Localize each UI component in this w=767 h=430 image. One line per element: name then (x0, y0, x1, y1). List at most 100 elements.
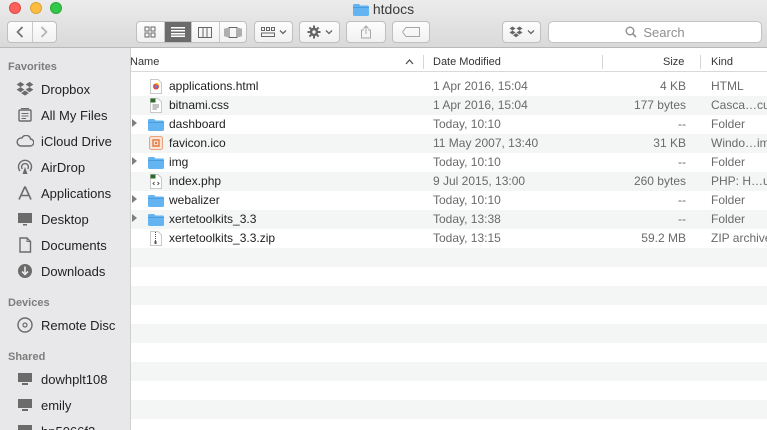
disclosure-triangle-icon[interactable] (132, 214, 137, 222)
window-title-text: htdocs (372, 1, 415, 17)
file-date-modified: 11 May 2007, 13:40 (433, 136, 539, 150)
empty-row-stripe (131, 362, 767, 381)
file-name: bitnami.css (169, 98, 230, 112)
html-file-icon (148, 78, 164, 94)
list-view-button[interactable] (163, 22, 191, 42)
coverflow-view-button[interactable] (218, 22, 247, 42)
file-date-modified: Today, 10:10 (433, 193, 501, 207)
dropbox-menu-button[interactable] (502, 21, 541, 43)
applications-icon (15, 183, 35, 203)
ico-file-icon (148, 135, 164, 151)
file-name: index.php (169, 174, 222, 188)
shared-header: Shared (8, 351, 46, 363)
window-title: htdocs (0, 1, 767, 17)
file-row[interactable]: applications.html 1 Apr 2016, 15:04 4 KB HT… (131, 77, 767, 96)
share-button[interactable] (346, 21, 386, 43)
empty-row-stripe (131, 248, 767, 267)
search-icon (625, 26, 637, 38)
sidebar: Favorites Dropbox All My Files iCloud Dr… (0, 48, 131, 430)
all-files-icon (15, 105, 35, 125)
size-column-header[interactable]: Size (663, 56, 684, 68)
arrange-button[interactable] (254, 21, 293, 43)
search-field[interactable]: Search (548, 21, 762, 43)
view-switcher (136, 21, 247, 43)
file-row[interactable]: bitnami.css 1 Apr 2016, 15:04 177 bytes Cas… (131, 96, 767, 115)
empty-row-stripe (131, 400, 767, 419)
file-row[interactable]: xertetoolkits_3.3 Today, 13:38 -- Folder (131, 210, 767, 229)
folder-icon (148, 154, 164, 170)
arrange-icon (260, 27, 275, 37)
devices-header: Devices (8, 297, 50, 309)
sidebar-item-label: emily (41, 397, 72, 413)
sidebar-item-downloads[interactable]: Downloads (0, 259, 130, 283)
file-kind: Windo…image (711, 136, 767, 150)
file-name: webalizer (169, 193, 220, 207)
file-row[interactable]: xertetoolkits_3.3.zip Today, 13:15 59.2 MB… (131, 229, 767, 248)
action-button[interactable] (299, 21, 340, 43)
empty-row-stripe (131, 381, 767, 400)
name-column-header[interactable]: Name (131, 56, 159, 68)
sidebar-item-label: AirDrop (41, 159, 86, 175)
sidebar-item-emily[interactable]: emily (0, 393, 130, 417)
file-size: 31 KB (653, 136, 686, 150)
column-divider[interactable] (423, 55, 424, 69)
icon-view-button[interactable] (137, 22, 164, 42)
sidebar-item-applications[interactable]: Applications (0, 181, 130, 205)
favorites-header: Favorites (8, 61, 57, 73)
sidebar-item-remote-disc[interactable]: Remote Disc (0, 313, 130, 337)
sidebar-item-label: Remote Disc (41, 317, 116, 333)
empty-row-stripe (131, 305, 767, 324)
file-size: 59.2 MB (641, 231, 686, 245)
kind-column-header[interactable]: Kind (711, 56, 733, 68)
file-name: applications.html (169, 79, 259, 93)
downloads-icon (15, 261, 35, 281)
date-column-header[interactable]: Date Modified (433, 56, 501, 68)
sidebar-item-airdrop[interactable]: AirDrop (0, 155, 130, 179)
file-row[interactable]: img Today, 10:10 -- Folder (131, 153, 767, 172)
computer-icon (15, 395, 35, 415)
empty-row-stripe (131, 267, 767, 286)
sidebar-item-all-my-files[interactable]: All My Files (0, 103, 130, 127)
file-kind: Folder (711, 193, 746, 207)
dropbox-icon (509, 26, 522, 38)
file-size: -- (678, 117, 686, 131)
window-toolbar: htdocs Search (0, 0, 767, 48)
sidebar-item-icloud-drive[interactable]: iCloud Drive (0, 129, 130, 153)
chevron-down-icon (325, 30, 332, 35)
share-icon (361, 25, 371, 39)
php-file-icon (148, 173, 164, 189)
sidebar-item-dropbox[interactable]: Dropbox (0, 77, 130, 101)
file-name: xertetoolkits_3.3.zip (169, 231, 276, 245)
file-size: 177 bytes (633, 98, 686, 112)
disclosure-triangle-icon[interactable] (132, 119, 137, 127)
disclosure-triangle-icon[interactable] (132, 195, 137, 203)
chevron-left-icon (16, 26, 23, 38)
disclosure-triangle-icon[interactable] (132, 157, 137, 165)
file-row[interactable]: favicon.ico 11 May 2007, 13:40 31 KB Windo…… (131, 134, 767, 153)
file-name: xertetoolkits_3.3 (169, 212, 257, 226)
file-size: 4 KB (659, 79, 686, 93)
file-row[interactable]: dashboard Today, 10:10 -- Folder (131, 115, 767, 134)
file-row[interactable]: webalizer Today, 10:10 -- Folder (131, 191, 767, 210)
css-file-icon (148, 97, 164, 113)
tag-icon (402, 27, 420, 37)
column-view-button[interactable] (191, 22, 219, 42)
list-view-icon (170, 27, 185, 37)
file-list: Name Date Modified Size Kind application… (131, 48, 767, 430)
sidebar-item-dowhplt108[interactable]: dowhplt108 (0, 367, 130, 391)
file-row[interactable]: index.php 9 Jul 2015, 13:00 260 bytes PHP: … (131, 172, 767, 191)
column-divider[interactable] (700, 55, 701, 69)
cloud-icon (15, 131, 35, 151)
sidebar-item-hp5066f2[interactable]: hp5066f2 (0, 419, 130, 430)
disc-icon (15, 315, 35, 335)
sidebar-item-documents[interactable]: Documents (0, 233, 130, 257)
file-date-modified: 9 Jul 2015, 13:00 (433, 174, 526, 188)
sidebar-item-desktop[interactable]: Desktop (0, 207, 130, 231)
back-button[interactable] (8, 22, 32, 42)
file-name: favicon.ico (169, 136, 226, 150)
sidebar-item-label: Documents (41, 237, 107, 253)
column-divider[interactable] (602, 55, 603, 69)
file-kind: PHP: H…ument (711, 174, 767, 188)
edit-tags-button[interactable] (392, 21, 430, 43)
forward-button[interactable] (31, 22, 57, 42)
